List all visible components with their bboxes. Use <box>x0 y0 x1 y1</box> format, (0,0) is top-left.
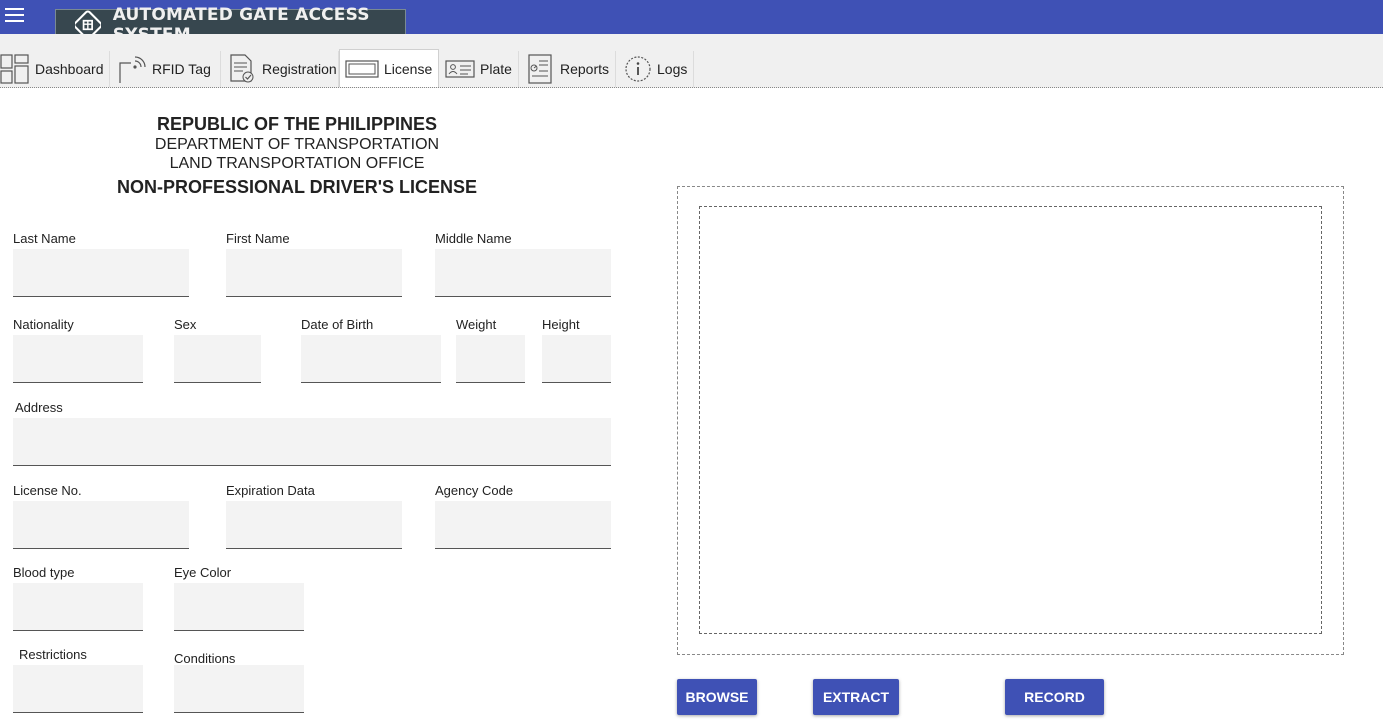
reports-icon <box>528 54 552 84</box>
first-name-field[interactable] <box>226 249 402 297</box>
hamburger-menu-icon[interactable] <box>5 7 25 23</box>
browse-button[interactable]: BROWSE <box>677 679 757 715</box>
rfid-tag-icon <box>119 56 146 83</box>
department-heading: DEPARTMENT OF TRANSPORTATION <box>154 136 440 153</box>
height-label: Height <box>542 317 580 332</box>
restrictions-field[interactable] <box>13 665 143 713</box>
agency-code-field[interactable] <box>435 501 611 549</box>
tab-label: RFID Tag <box>152 61 211 77</box>
eye-color-label: Eye Color <box>174 565 232 580</box>
tab-plate[interactable]: Plate <box>440 51 519 87</box>
tab-logs[interactable]: Logs <box>617 51 694 87</box>
blood-type-field[interactable] <box>13 583 143 631</box>
blood-type-label: Blood type <box>13 565 75 580</box>
sex-label: Sex <box>174 317 197 332</box>
record-button[interactable]: RECORD <box>1005 679 1104 715</box>
address-label: Address <box>15 400 63 415</box>
tab-license[interactable]: License <box>339 49 439 87</box>
license-card-icon <box>345 59 379 78</box>
license-no-field[interactable] <box>13 501 189 549</box>
tab-bar: Dashboard RFID Tag Registration License <box>0 34 1383 88</box>
middle-name-label: Middle Name <box>435 231 512 246</box>
conditions-field[interactable] <box>174 665 304 713</box>
weight-label: Weight <box>456 317 497 332</box>
nationality-label: Nationality <box>13 317 74 332</box>
tab-registration[interactable]: Registration <box>222 51 339 87</box>
nationality-field[interactable] <box>13 335 143 383</box>
tab-label: Reports <box>560 61 610 77</box>
plate-id-icon <box>445 60 475 78</box>
first-name-label: First Name <box>226 231 290 246</box>
expiration-label: Expiration Data <box>226 483 315 498</box>
tab-label: Dashboard <box>35 61 104 77</box>
tab-label: Logs <box>657 61 688 77</box>
date-of-birth-label: Date of Birth <box>301 317 374 332</box>
agency-code-label: Agency Code <box>435 483 514 498</box>
sex-field[interactable] <box>174 335 261 383</box>
weight-field[interactable] <box>456 335 525 383</box>
extract-button[interactable]: EXTRACT <box>813 679 899 715</box>
eye-color-field[interactable] <box>174 583 304 631</box>
last-name-label: Last Name <box>13 231 76 246</box>
tab-rfid-tag[interactable]: RFID Tag <box>111 51 221 87</box>
tab-reports[interactable]: Reports <box>519 51 616 87</box>
license-image-area[interactable] <box>699 206 1322 634</box>
tab-label: Registration <box>262 61 337 77</box>
conditions-label: Conditions <box>174 651 236 666</box>
tab-label: Plate <box>480 61 512 77</box>
republic-heading: REPUBLIC OF THE PHILIPPINES <box>156 114 438 134</box>
license-type-heading: NON-PROFESSIONAL DRIVER'S LICENSE <box>117 177 477 197</box>
height-field[interactable] <box>542 335 611 383</box>
address-field[interactable] <box>13 418 611 466</box>
last-name-field[interactable] <box>13 249 189 297</box>
dashboard-icon <box>0 54 29 84</box>
office-heading: LAND TRANSPORTATION OFFICE <box>169 155 425 172</box>
date-of-birth-field[interactable] <box>301 335 441 383</box>
license-no-label: License No. <box>13 483 82 498</box>
info-icon <box>625 56 651 82</box>
registration-icon <box>230 54 254 83</box>
expiration-field[interactable] <box>226 501 402 549</box>
middle-name-field[interactable] <box>435 249 611 297</box>
tab-dashboard[interactable]: Dashboard <box>0 51 110 87</box>
tab-label: License <box>384 60 433 77</box>
restrictions-label: Restrictions <box>19 647 87 662</box>
